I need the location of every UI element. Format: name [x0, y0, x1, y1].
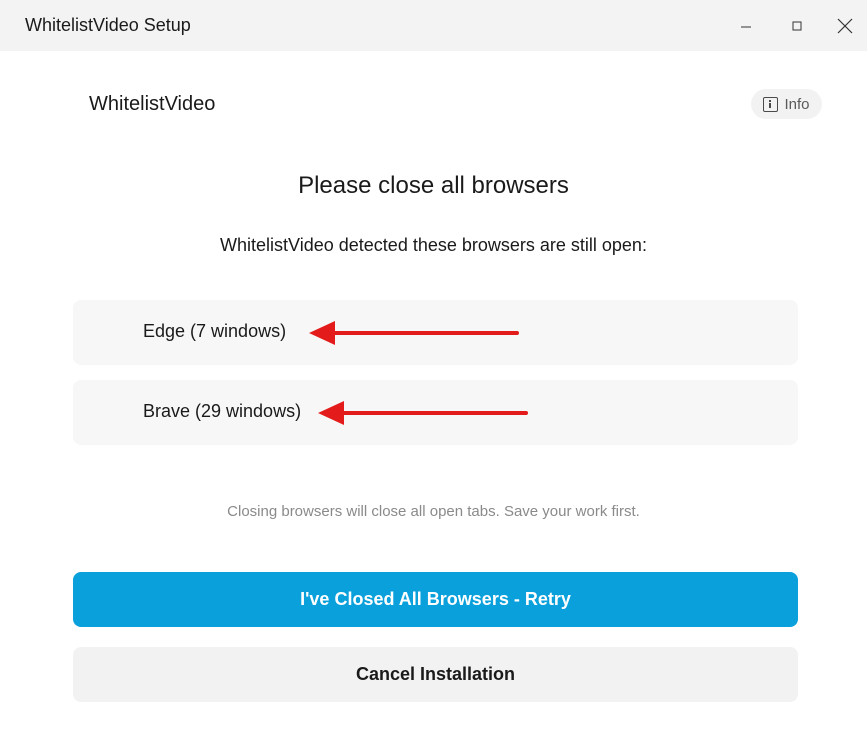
- browser-label: Brave (29 windows): [143, 401, 302, 421]
- close-button[interactable]: [822, 0, 867, 51]
- page-subtitle: WhitelistVideo detected these browsers a…: [220, 235, 647, 255]
- browser-item-edge: Edge (7 windows): [73, 300, 798, 365]
- page-title: Please close all browsers: [298, 172, 569, 199]
- info-icon: [763, 96, 779, 112]
- maximize-icon: [792, 21, 802, 30]
- maximize-button[interactable]: [774, 0, 820, 51]
- title-bar[interactable]: WhitelistVideo Setup: [0, 0, 867, 51]
- window-title: WhitelistVideo Setup: [25, 15, 191, 35]
- arrow-left-icon: [318, 401, 528, 425]
- close-icon: [837, 18, 853, 33]
- setup-window: WhitelistVideo Setup WhitelistVideo Info…: [0, 0, 867, 742]
- cancel-installation-button[interactable]: Cancel Installation: [73, 647, 798, 702]
- minimize-icon: [741, 26, 751, 27]
- browser-label: Edge (7 windows): [143, 321, 287, 341]
- minimize-button[interactable]: [723, 0, 769, 51]
- info-label: Info: [784, 95, 810, 113]
- warning-note: Closing browsers will close all open tab…: [227, 503, 640, 520]
- info-button[interactable]: Info: [751, 89, 822, 119]
- arrow-left-icon: [309, 321, 519, 345]
- browser-item-brave: Brave (29 windows): [73, 380, 798, 445]
- retry-button[interactable]: I've Closed All Browsers - Retry: [73, 572, 798, 627]
- app-name: WhitelistVideo: [89, 93, 216, 115]
